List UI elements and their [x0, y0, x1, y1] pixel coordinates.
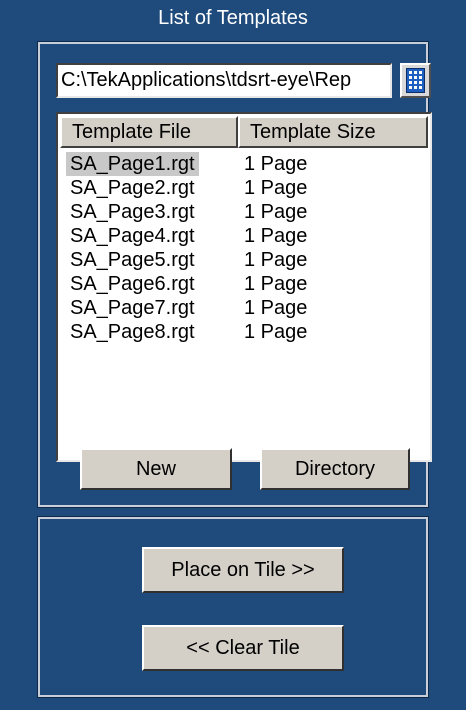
- template-size-cell: 1 Page: [244, 321, 308, 343]
- panel-title: List of Templates: [158, 7, 308, 29]
- column-header-template-file[interactable]: Template File: [60, 116, 238, 148]
- place-on-tile-button[interactable]: Place on Tile >>: [142, 547, 344, 593]
- template-file-cell: SA_Page3.rgt: [70, 201, 195, 223]
- template-size-cell: 1 Page: [244, 297, 308, 319]
- template-size-cell: 1 Page: [244, 273, 308, 295]
- template-file-cell: SA_Page6.rgt: [70, 273, 195, 295]
- template-size-cell: 1 Page: [244, 153, 308, 175]
- template-file-cell: SA_Page7.rgt: [70, 297, 195, 319]
- template-size-cell: 1 Page: [244, 225, 308, 247]
- templates-panel: List of Templates C:\TekApplications\tds…: [0, 0, 466, 710]
- column-header-template-size[interactable]: Template Size: [238, 116, 428, 148]
- template-file-cell: SA_Page4.rgt: [70, 225, 195, 247]
- template-size-cell: 1 Page: [244, 201, 308, 223]
- clear-tile-button[interactable]: << Clear Tile: [142, 625, 344, 671]
- template-size-cell: 1 Page: [244, 249, 308, 271]
- new-button[interactable]: New: [80, 448, 232, 490]
- template-file-cell: SA_Page1.rgt: [66, 152, 199, 176]
- template-file-cell: SA_Page2.rgt: [70, 177, 195, 199]
- directory-button[interactable]: Directory: [260, 448, 410, 490]
- template-list[interactable]: Template File Template Size SA_Page1.rgt…: [56, 112, 432, 462]
- directory-path-field[interactable]: C:\TekApplications\tdsrt-eye\Rep: [56, 63, 392, 98]
- browse-button[interactable]: [400, 63, 431, 98]
- template-file-cell: SA_Page8.rgt: [70, 321, 195, 343]
- template-size-cell: 1 Page: [244, 177, 308, 199]
- grid-icon: [406, 68, 425, 93]
- template-file-cell: SA_Page5.rgt: [70, 249, 195, 271]
